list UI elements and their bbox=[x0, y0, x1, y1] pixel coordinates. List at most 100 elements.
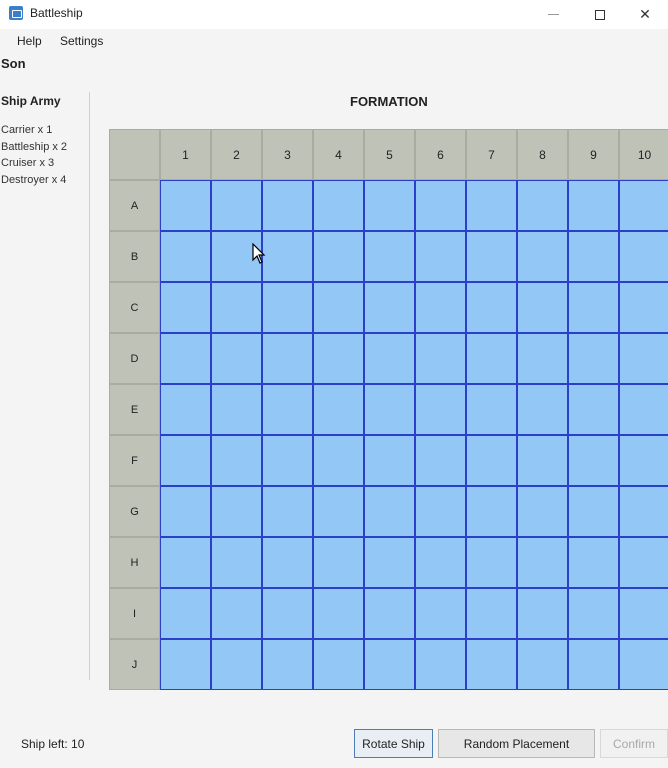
grid-cell[interactable] bbox=[619, 486, 668, 537]
close-button[interactable]: ✕ bbox=[622, 0, 668, 29]
grid-cell[interactable] bbox=[160, 537, 211, 588]
grid-cell[interactable] bbox=[313, 333, 364, 384]
grid-cell[interactable] bbox=[364, 486, 415, 537]
grid-cell[interactable] bbox=[517, 588, 568, 639]
grid-cell[interactable] bbox=[313, 231, 364, 282]
grid-cell[interactable] bbox=[211, 282, 262, 333]
grid-cell[interactable] bbox=[262, 537, 313, 588]
grid-cell[interactable] bbox=[619, 588, 668, 639]
grid-cell[interactable] bbox=[211, 384, 262, 435]
grid-cell[interactable] bbox=[364, 435, 415, 486]
grid-cell[interactable] bbox=[415, 639, 466, 690]
grid-cell[interactable] bbox=[619, 537, 668, 588]
grid-cell[interactable] bbox=[415, 435, 466, 486]
grid-cell[interactable] bbox=[619, 180, 668, 231]
grid-cell[interactable] bbox=[517, 231, 568, 282]
grid-cell[interactable] bbox=[415, 333, 466, 384]
grid-cell[interactable] bbox=[466, 537, 517, 588]
grid-cell[interactable] bbox=[262, 333, 313, 384]
grid-cell[interactable] bbox=[415, 537, 466, 588]
grid-cell[interactable] bbox=[619, 333, 668, 384]
grid-cell[interactable] bbox=[262, 282, 313, 333]
grid-cell[interactable] bbox=[415, 180, 466, 231]
grid-cell[interactable] bbox=[160, 639, 211, 690]
grid-cell[interactable] bbox=[568, 282, 619, 333]
grid-cell[interactable] bbox=[568, 333, 619, 384]
grid-cell[interactable] bbox=[466, 486, 517, 537]
grid-cell[interactable] bbox=[364, 639, 415, 690]
grid-cell[interactable] bbox=[211, 639, 262, 690]
grid-cell[interactable] bbox=[160, 588, 211, 639]
grid-cell[interactable] bbox=[619, 639, 668, 690]
grid-cell[interactable] bbox=[364, 384, 415, 435]
grid-cell[interactable] bbox=[160, 231, 211, 282]
grid-cell[interactable] bbox=[364, 231, 415, 282]
grid-cell[interactable] bbox=[568, 435, 619, 486]
grid-cell[interactable] bbox=[568, 384, 619, 435]
grid-cell[interactable] bbox=[517, 537, 568, 588]
rotate-ship-button[interactable]: Rotate Ship bbox=[354, 729, 433, 758]
grid-cell[interactable] bbox=[466, 384, 517, 435]
grid-cell[interactable] bbox=[211, 180, 262, 231]
grid-cell[interactable] bbox=[364, 537, 415, 588]
grid-cell[interactable] bbox=[415, 282, 466, 333]
grid-cell[interactable] bbox=[568, 537, 619, 588]
grid-cell[interactable] bbox=[568, 588, 619, 639]
grid-cell[interactable] bbox=[466, 180, 517, 231]
grid-cell[interactable] bbox=[313, 537, 364, 588]
grid-cell[interactable] bbox=[160, 282, 211, 333]
grid-cell[interactable] bbox=[262, 180, 313, 231]
grid-cell[interactable] bbox=[313, 282, 364, 333]
grid-cell[interactable] bbox=[313, 588, 364, 639]
grid-cell[interactable] bbox=[466, 231, 517, 282]
grid-cell[interactable] bbox=[619, 435, 668, 486]
grid-cell[interactable] bbox=[517, 639, 568, 690]
grid-cell[interactable] bbox=[415, 588, 466, 639]
grid-cell[interactable] bbox=[466, 435, 517, 486]
grid-cell[interactable] bbox=[415, 231, 466, 282]
grid-cell[interactable] bbox=[517, 384, 568, 435]
grid-cell[interactable] bbox=[262, 435, 313, 486]
grid-cell[interactable] bbox=[313, 639, 364, 690]
grid-cell[interactable] bbox=[619, 282, 668, 333]
grid-cell[interactable] bbox=[211, 333, 262, 384]
confirm-button[interactable]: Confirm bbox=[600, 729, 668, 758]
grid-cell[interactable] bbox=[619, 384, 668, 435]
grid-cell[interactable] bbox=[568, 231, 619, 282]
grid-cell[interactable] bbox=[517, 180, 568, 231]
minimize-button[interactable] bbox=[530, 0, 576, 29]
grid-cell[interactable] bbox=[364, 180, 415, 231]
grid-cell[interactable] bbox=[262, 384, 313, 435]
grid-cell[interactable] bbox=[313, 180, 364, 231]
grid-cell[interactable] bbox=[262, 588, 313, 639]
grid-cell[interactable] bbox=[415, 384, 466, 435]
menu-help[interactable]: Help bbox=[17, 34, 42, 48]
grid-cell[interactable] bbox=[262, 231, 313, 282]
grid-cell[interactable] bbox=[466, 639, 517, 690]
grid-cell[interactable] bbox=[415, 486, 466, 537]
grid-cell[interactable] bbox=[211, 486, 262, 537]
grid-cell[interactable] bbox=[466, 282, 517, 333]
grid-cell[interactable] bbox=[262, 639, 313, 690]
grid-cell[interactable] bbox=[211, 435, 262, 486]
grid-cell[interactable] bbox=[313, 435, 364, 486]
grid-cell[interactable] bbox=[160, 180, 211, 231]
grid-cell[interactable] bbox=[160, 435, 211, 486]
grid-cell[interactable] bbox=[364, 282, 415, 333]
menu-settings[interactable]: Settings bbox=[60, 34, 103, 48]
grid-cell[interactable] bbox=[211, 588, 262, 639]
grid-cell[interactable] bbox=[364, 588, 415, 639]
grid-cell[interactable] bbox=[160, 333, 211, 384]
grid-cell[interactable] bbox=[466, 588, 517, 639]
grid-cell[interactable] bbox=[364, 333, 415, 384]
grid-cell[interactable] bbox=[313, 384, 364, 435]
grid-cell[interactable] bbox=[517, 435, 568, 486]
grid-cell[interactable] bbox=[517, 486, 568, 537]
grid-cell[interactable] bbox=[313, 486, 364, 537]
grid-cell[interactable] bbox=[160, 384, 211, 435]
grid-cell[interactable] bbox=[619, 231, 668, 282]
grid-cell[interactable] bbox=[262, 486, 313, 537]
maximize-button[interactable] bbox=[577, 0, 623, 29]
grid-cell[interactable] bbox=[517, 333, 568, 384]
random-placement-button[interactable]: Random Placement bbox=[438, 729, 595, 758]
